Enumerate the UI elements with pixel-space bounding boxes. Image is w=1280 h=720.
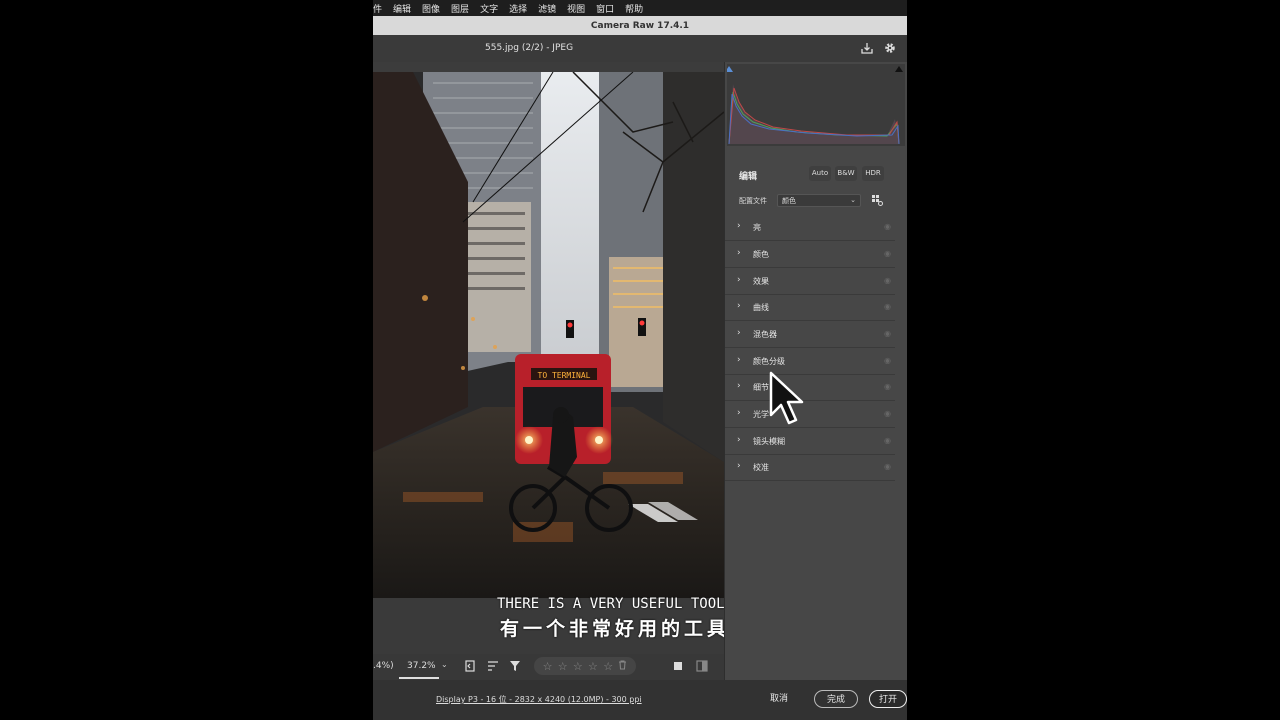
star-icon[interactable]: ☆ (603, 660, 613, 673)
trash-icon[interactable] (618, 660, 627, 673)
section-label: 效果 (753, 277, 769, 286)
done-button[interactable]: 完成 (814, 690, 858, 708)
section-label: 镜头模糊 (753, 437, 785, 446)
zoom-fit-label[interactable]: .4%) (373, 661, 394, 671)
section-color-mixer[interactable]: › 混色器 ◉ (725, 321, 895, 348)
filter-icon[interactable] (508, 659, 522, 673)
chevron-right-icon: › (737, 248, 741, 258)
window-title: Camera Raw 17.4.1 (590, 20, 690, 31)
section-label: 颜色分级 (753, 357, 785, 366)
photo-preview[interactable]: TO TERMINAL (373, 72, 724, 598)
menu-type[interactable]: 文字 (480, 2, 498, 15)
rating-stars[interactable]: ☆ ☆ ☆ ☆ ☆ (534, 657, 636, 675)
menu-help[interactable]: 帮助 (625, 2, 643, 15)
edit-panel: 编辑 Auto B&W HDR 配置文件 颜色 ⌄ › 亮 ◉ › 颜色 ◉ ›… (724, 62, 907, 680)
menu-bar: 件 编辑 图像 图层 文字 选择 滤镜 视图 窗口 帮助 (373, 0, 907, 16)
profile-dropdown[interactable]: 颜色 ⌄ (777, 194, 861, 207)
single-view-icon[interactable] (671, 659, 685, 673)
section-light[interactable]: › 亮 ◉ (725, 214, 895, 241)
chevron-right-icon: › (737, 435, 741, 445)
bw-button[interactable]: B&W (835, 166, 857, 181)
eye-icon[interactable]: ◉ (884, 329, 891, 338)
chevron-right-icon: › (737, 355, 741, 365)
auto-button[interactable]: Auto (809, 166, 831, 181)
workflow-options-link[interactable]: Display P3 - 16 位 - 2832 x 4240 (12.0MP)… (436, 694, 642, 705)
chevron-right-icon: › (737, 328, 741, 338)
zoom-underline (399, 677, 439, 679)
title-bar: Camera Raw 17.4.1 (373, 16, 907, 35)
zoom-level[interactable]: 37.2% (407, 661, 436, 671)
zoom-caret[interactable]: ⌄ (441, 660, 448, 669)
menu-select[interactable]: 选择 (509, 2, 527, 15)
chevron-right-icon: › (737, 275, 741, 285)
star-icon[interactable]: ☆ (588, 660, 598, 673)
chevron-right-icon: › (737, 461, 741, 471)
eye-icon[interactable]: ◉ (884, 356, 891, 365)
star-icon[interactable]: ☆ (558, 660, 568, 673)
section-label: 混色器 (753, 330, 777, 339)
footer-bar: Display P3 - 16 位 - 2832 x 4240 (12.0MP)… (373, 680, 907, 720)
eye-icon[interactable]: ◉ (884, 222, 891, 231)
menu-window[interactable]: 窗口 (596, 2, 614, 15)
menu-view[interactable]: 视图 (567, 2, 585, 15)
save-icon[interactable] (860, 41, 874, 55)
section-detail[interactable]: › 细节 ◉ (725, 374, 895, 401)
file-name: 555.jpg (2/2) - JPEG (485, 43, 574, 53)
before-after-icon[interactable] (695, 659, 709, 673)
section-color[interactable]: › 颜色 ◉ (725, 241, 895, 268)
eye-icon[interactable]: ◉ (884, 276, 891, 285)
eye-icon[interactable]: ◉ (884, 409, 891, 418)
section-label: 亮 (753, 223, 761, 232)
menu-edit[interactable]: 编辑 (393, 2, 411, 15)
profile-value: 颜色 (782, 197, 796, 205)
filmstrip-icon[interactable] (463, 659, 477, 673)
section-color-grading[interactable]: › 颜色分级 ◉ (725, 348, 895, 375)
chevron-right-icon: › (737, 408, 741, 418)
star-icon[interactable]: ☆ (573, 660, 583, 673)
menu-layer[interactable]: 图层 (451, 2, 469, 15)
menu-file[interactable]: 件 (373, 2, 382, 15)
section-label: 细节 (753, 383, 769, 392)
star-icon[interactable]: ☆ (543, 660, 553, 673)
sort-icon[interactable] (486, 659, 500, 673)
file-bar: 555.jpg (2/2) - JPEG (373, 35, 907, 62)
bus-sign-text: TO TERMINAL (538, 371, 591, 380)
section-calibration[interactable]: › 校准 ◉ (725, 454, 895, 481)
eye-icon[interactable]: ◉ (884, 382, 891, 391)
eye-icon[interactable]: ◉ (884, 249, 891, 258)
eye-icon[interactable]: ◉ (884, 436, 891, 445)
open-button[interactable]: 打开 (869, 690, 907, 708)
section-optics[interactable]: › 光学 ◉ (725, 401, 895, 428)
cancel-button[interactable]: 取消 (761, 690, 797, 708)
section-label: 校准 (753, 463, 769, 472)
chevron-down-icon: ⌄ (850, 196, 856, 204)
menu-image[interactable]: 图像 (422, 2, 440, 15)
bottom-toolbar: .4%) 37.2% ⌄ ☆ ☆ ☆ ☆ ☆ (373, 654, 724, 680)
section-label: 曲线 (753, 303, 769, 312)
chevron-right-icon: › (737, 221, 741, 231)
chevron-right-icon: › (737, 301, 741, 311)
menu-filter[interactable]: 滤镜 (538, 2, 556, 15)
eye-icon[interactable]: ◉ (884, 302, 891, 311)
histogram (725, 64, 905, 146)
hdr-button[interactable]: HDR (862, 166, 884, 181)
mouse-pointer-icon (768, 371, 808, 429)
profile-label: 配置文件 (739, 197, 767, 205)
gear-icon[interactable] (883, 41, 897, 55)
chevron-right-icon: › (737, 381, 741, 391)
section-label: 颜色 (753, 250, 769, 259)
section-effects[interactable]: › 效果 ◉ (725, 268, 895, 295)
section-curves[interactable]: › 曲线 ◉ (725, 294, 895, 321)
edit-title: 编辑 (739, 172, 758, 182)
camera-raw-window: 件 编辑 图像 图层 文字 选择 滤镜 视图 窗口 帮助 Camera Raw … (373, 0, 907, 720)
eye-icon[interactable]: ◉ (884, 462, 891, 471)
section-lens-blur[interactable]: › 镜头模糊 ◉ (725, 428, 895, 455)
profile-browser-icon[interactable] (871, 194, 883, 206)
section-label: 光学 (753, 410, 769, 419)
